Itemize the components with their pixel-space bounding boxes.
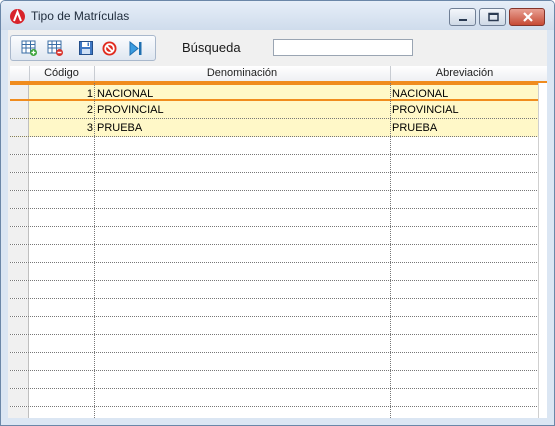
column-header-abreviacion[interactable]: Abreviación [391,67,538,81]
grid-right-edge [538,83,547,418]
table-row[interactable] [10,245,547,263]
table-row[interactable] [10,209,547,227]
toolbar [10,35,156,61]
table-row[interactable] [10,137,547,155]
minimize-button[interactable] [449,8,476,26]
row-indicator[interactable] [10,389,29,406]
row-indicator[interactable] [10,173,29,190]
exit-icon [129,40,142,57]
cancel-icon [102,41,117,56]
client-area: Búsqueda Código Denominación Abreviación… [8,30,547,418]
row-indicator[interactable] [10,263,29,280]
close-icon [523,12,533,22]
cell-abreviacion[interactable]: PRUEBA [392,121,537,135]
search-label: Búsqueda [182,40,241,55]
table-row[interactable] [10,173,547,191]
table-row[interactable] [10,191,547,209]
table-row[interactable] [10,317,547,335]
table-row[interactable] [10,281,547,299]
save-icon [79,41,93,55]
row-indicator[interactable] [10,119,29,136]
column-header-codigo[interactable]: Código [30,67,93,81]
cell-codigo[interactable]: 1 [30,87,93,101]
cell-denominacion[interactable]: NACIONAL [97,87,389,101]
table-row[interactable] [10,299,547,317]
table-row[interactable]: 1 NACIONAL NACIONAL [10,83,547,101]
table-row[interactable] [10,371,547,389]
table-row[interactable] [10,335,547,353]
row-indicator[interactable] [10,155,29,172]
window: Tipo de Matrículas Búsqueda Código Denom… [0,0,555,426]
table-row[interactable] [10,407,547,418]
table-row[interactable] [10,353,547,371]
cell-codigo[interactable]: 3 [30,121,93,135]
row-indicator[interactable] [10,317,29,334]
cell-denominacion[interactable]: PROVINCIAL [97,103,389,117]
column-header-denominacion[interactable]: Denominación [95,67,389,81]
grid-header: Código Denominación Abreviación [10,66,547,83]
row-indicator[interactable] [10,245,29,262]
row-indicator[interactable] [10,191,29,208]
cell-abreviacion[interactable]: PROVINCIAL [392,103,537,117]
delete-record-button[interactable] [47,40,64,57]
app-logo-icon [10,9,25,24]
cell-abreviacion[interactable]: NACIONAL [392,87,537,101]
table-row[interactable] [10,155,547,173]
row-indicator[interactable] [10,227,29,244]
window-title: Tipo de Matrículas [31,9,130,23]
save-button[interactable] [78,40,95,57]
data-grid[interactable]: Código Denominación Abreviación 1 NACIONA… [10,66,547,418]
cell-codigo[interactable]: 2 [30,103,93,117]
row-indicator[interactable] [10,371,29,388]
table-row[interactable] [10,227,547,245]
grid-delete-icon [47,40,63,56]
table-row[interactable] [10,389,547,407]
row-indicator[interactable] [10,85,29,99]
row-indicator[interactable] [10,209,29,226]
close-button[interactable] [509,8,545,26]
row-indicator[interactable] [10,137,29,154]
row-indicator[interactable] [10,299,29,316]
title-bar[interactable]: Tipo de Matrículas [1,1,554,30]
row-indicator[interactable] [10,335,29,352]
cancel-button[interactable] [101,40,118,57]
table-row[interactable] [10,263,547,281]
maximize-button[interactable] [479,8,506,26]
maximize-icon [488,12,499,22]
grid-add-icon [21,40,37,56]
add-record-button[interactable] [21,40,38,57]
table-row[interactable]: 3 PRUEBA PRUEBA [10,119,547,137]
row-indicator[interactable] [10,281,29,298]
table-row[interactable]: 2 PROVINCIAL PROVINCIAL [10,101,547,119]
row-indicator[interactable] [10,101,29,118]
search-input[interactable] [273,39,413,56]
minimize-icon [459,19,467,21]
cell-denominacion[interactable]: PRUEBA [97,121,389,135]
exit-button[interactable] [127,40,144,57]
row-indicator[interactable] [10,407,29,418]
row-indicator[interactable] [10,353,29,370]
